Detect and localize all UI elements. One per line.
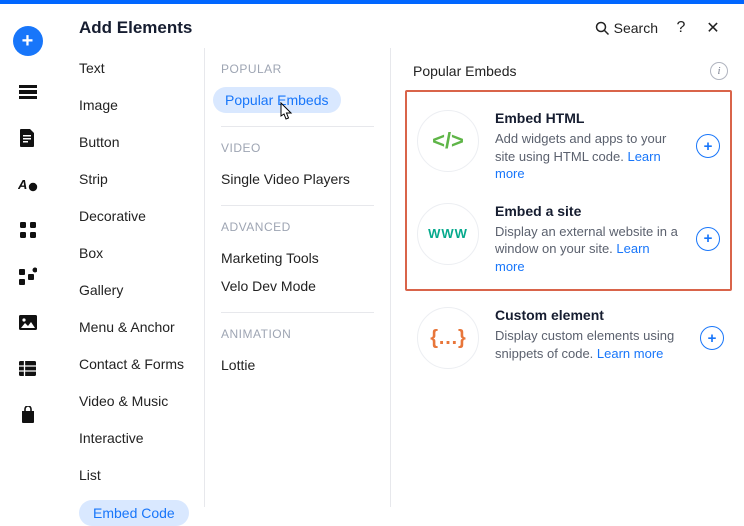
panel-columns: Text Image Button Strip Decorative Box Gallery… bbox=[55, 48, 744, 507]
panel-header: Add Elements Search ? ✕ bbox=[55, 4, 744, 48]
category-item[interactable]: Video & Music bbox=[79, 389, 192, 413]
section-icon[interactable] bbox=[18, 82, 38, 102]
data-icon[interactable] bbox=[18, 358, 38, 378]
group-heading: POPULAR bbox=[221, 62, 374, 76]
design-icon[interactable]: A bbox=[18, 174, 38, 194]
left-toolbar: + A bbox=[0, 4, 55, 507]
results-header: Popular Embeds i bbox=[413, 62, 728, 92]
card-description: Display an external website in a window … bbox=[495, 223, 680, 276]
learn-more-link[interactable]: Learn more bbox=[495, 149, 661, 182]
embed-card[interactable]: {…} Custom element Display custom elements… bbox=[413, 297, 728, 379]
card-description: Add widgets and apps to your site using … bbox=[495, 130, 680, 183]
embed-card[interactable]: </> Embed HTML Add widgets and apps to you… bbox=[413, 100, 724, 193]
category-item[interactable]: List bbox=[79, 463, 192, 487]
category-list: Text Image Button Strip Decorative Box Gallery… bbox=[55, 48, 205, 507]
apps-icon[interactable] bbox=[18, 220, 38, 240]
subcategory-item[interactable]: Velo Dev Mode bbox=[221, 272, 374, 300]
card-body: Embed HTML Add widgets and apps to your s… bbox=[495, 110, 680, 183]
subcategory-item[interactable]: Lottie bbox=[221, 351, 374, 379]
card-body: Embed a site Display an external website … bbox=[495, 203, 680, 276]
category-item[interactable]: Gallery bbox=[79, 278, 192, 302]
search-label: Search bbox=[614, 20, 658, 36]
code-icon: </> bbox=[417, 110, 479, 172]
card-title: Embed HTML bbox=[495, 110, 680, 126]
card-title: Custom element bbox=[495, 307, 684, 323]
category-item[interactable]: Text bbox=[79, 56, 192, 80]
category-item[interactable]: Interactive bbox=[79, 426, 192, 450]
card-description: Display custom elements using snippets o… bbox=[495, 327, 684, 362]
add-button[interactable]: + bbox=[696, 134, 720, 158]
group-heading: ADVANCED bbox=[221, 220, 374, 234]
group-heading: ANIMATION bbox=[221, 327, 374, 341]
group-heading: VIDEO bbox=[221, 141, 374, 155]
store-icon[interactable] bbox=[18, 404, 38, 424]
search-icon bbox=[595, 21, 610, 36]
info-icon[interactable]: i bbox=[710, 62, 728, 80]
www-icon: WWW bbox=[417, 203, 479, 265]
category-item[interactable]: Button bbox=[79, 130, 192, 154]
braces-icon: {…} bbox=[417, 307, 479, 369]
search-button[interactable]: Search bbox=[595, 20, 658, 36]
plugin-icon[interactable] bbox=[18, 266, 38, 286]
panel-title: Add Elements bbox=[79, 18, 192, 38]
card-title: Embed a site bbox=[495, 203, 680, 219]
media-icon[interactable] bbox=[18, 312, 38, 332]
learn-more-link[interactable]: Learn more bbox=[597, 346, 663, 361]
learn-more-link[interactable]: Learn more bbox=[495, 241, 650, 274]
subcategory-list: POPULAR Popular Embeds VIDEO Single Video P… bbox=[205, 48, 391, 507]
page-icon[interactable] bbox=[18, 128, 38, 148]
category-item[interactable]: Image bbox=[79, 93, 192, 117]
embed-card[interactable]: WWW Embed a site Display an external websi… bbox=[413, 193, 724, 286]
results-column: Popular Embeds i </> Embed HTML Add widget… bbox=[391, 48, 744, 507]
subcategory-item[interactable]: Popular Embeds bbox=[221, 86, 374, 114]
category-item[interactable]: Decorative bbox=[79, 204, 192, 228]
category-item-selected[interactable]: Embed Code bbox=[79, 500, 189, 526]
add-icon[interactable]: + bbox=[13, 26, 43, 56]
card-body: Custom element Display custom elements us… bbox=[495, 307, 684, 362]
subcategory-item[interactable]: Single Video Players bbox=[221, 165, 374, 193]
svg-text:A: A bbox=[18, 177, 27, 192]
highlighted-group: </> Embed HTML Add widgets and apps to you… bbox=[405, 90, 732, 291]
subcategory-item[interactable]: Marketing Tools bbox=[221, 244, 374, 272]
help-icon[interactable]: ? bbox=[672, 19, 690, 37]
category-item[interactable]: Menu & Anchor bbox=[79, 315, 192, 339]
add-button[interactable]: + bbox=[700, 326, 724, 350]
close-icon[interactable]: ✕ bbox=[704, 18, 722, 38]
category-item[interactable]: Box bbox=[79, 241, 192, 265]
category-item[interactable]: Strip bbox=[79, 167, 192, 191]
add-elements-panel: Add Elements Search ? ✕ Text Image Button S… bbox=[55, 4, 744, 507]
results-title: Popular Embeds bbox=[413, 63, 517, 79]
category-item[interactable]: Contact & Forms bbox=[79, 352, 192, 376]
add-button[interactable]: + bbox=[696, 227, 720, 251]
